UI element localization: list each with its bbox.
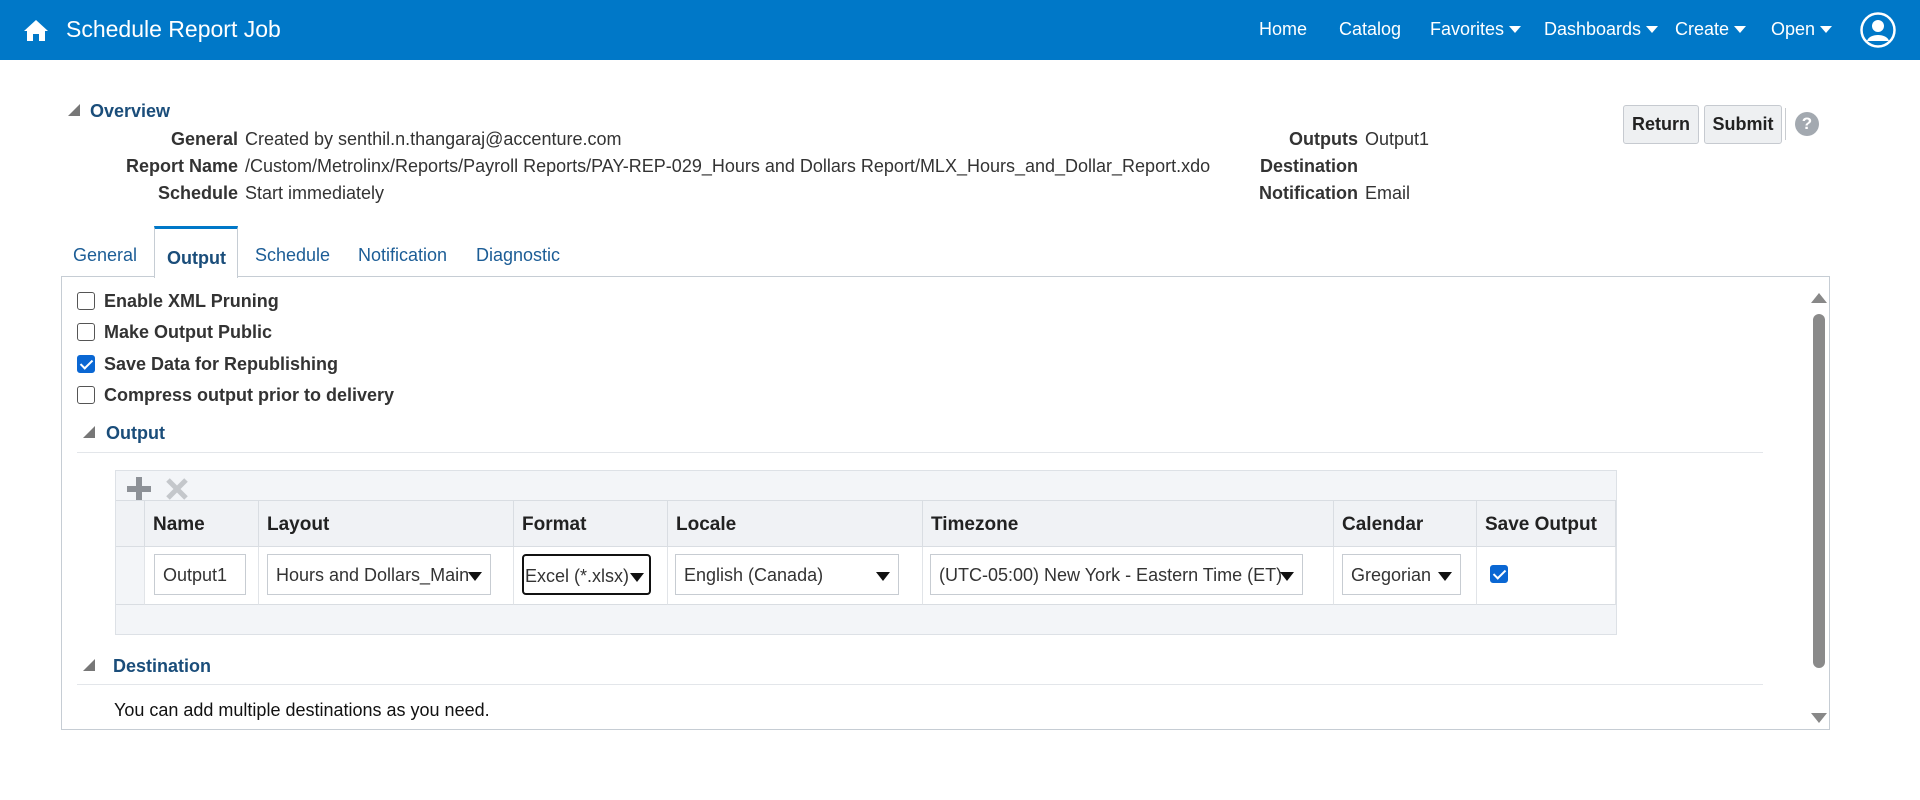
report-name-value: /Custom/Metrolinx/Reports/Payroll Report… — [245, 156, 1211, 176]
column-header-locale: Locale — [668, 500, 923, 547]
column-header-save-output-label: Save Output — [1485, 514, 1597, 535]
home-icon[interactable] — [22, 17, 50, 43]
chevron-down-icon — [1734, 26, 1747, 33]
tab-notification[interactable]: Notification — [358, 245, 447, 266]
chevron-down-icon — [1646, 26, 1659, 33]
destination-section-title[interactable]: Destination — [113, 656, 211, 677]
timezone-select[interactable]: (UTC-05:00) New York - Eastern Time (ET) — [930, 554, 1303, 595]
format-select[interactable]: Excel (*.xlsx) — [522, 554, 651, 595]
output-section-divider — [77, 452, 1763, 453]
scroll-down-arrow-icon[interactable] — [1811, 713, 1827, 723]
dropdown-arrow-icon — [630, 573, 644, 582]
destination-section-collapse-icon[interactable] — [83, 659, 95, 671]
column-header-calendar: Calendar — [1334, 500, 1477, 547]
dropdown-arrow-icon — [1438, 572, 1452, 581]
general-value: Created by senthil.n.thangaraj@accenture… — [245, 129, 622, 149]
nav-dashboards[interactable]: Dashboards — [1544, 19, 1659, 40]
nav-catalog[interactable]: Catalog — [1339, 19, 1401, 40]
compress-output-label: Compress output prior to delivery — [104, 385, 395, 405]
nav-favorites[interactable]: Favorites — [1430, 19, 1522, 40]
row-selector-header — [116, 500, 145, 547]
make-output-public-checkbox[interactable] — [77, 323, 95, 341]
vertical-scrollbar[interactable] — [1813, 314, 1825, 668]
dropdown-arrow-icon — [1280, 572, 1294, 581]
schedule-label: Schedule — [157, 183, 238, 203]
outputs-value: Output1 — [1365, 129, 1430, 149]
nav-create-label: Create — [1675, 19, 1730, 39]
column-header-layout-label: Layout — [267, 514, 330, 535]
save-data-republishing-label: Save Data for Republishing — [104, 354, 339, 374]
column-header-name: Name — [145, 500, 259, 547]
notification-value: Email — [1365, 183, 1411, 203]
output-name-input[interactable]: Output1 — [154, 554, 246, 595]
column-header-format: Format — [514, 500, 668, 547]
column-header-save-output: Save Output — [1477, 500, 1616, 547]
calendar-value: Gregorian — [1351, 565, 1432, 585]
return-button[interactable]: Return — [1623, 105, 1699, 144]
output-name-value: Output1 — [163, 565, 228, 585]
overview-title[interactable]: Overview — [90, 101, 170, 122]
locale-value: English (Canada) — [684, 565, 824, 585]
enable-xml-pruning-checkbox[interactable] — [77, 292, 95, 310]
nav-favorites-label: Favorites — [1430, 19, 1505, 39]
help-icon[interactable]: ? — [1795, 112, 1819, 136]
toolbar-divider — [1785, 108, 1786, 140]
notification-label: Notification — [1259, 183, 1358, 203]
tab-diagnostic[interactable]: Diagnostic — [476, 245, 560, 266]
chevron-down-icon — [1820, 26, 1833, 33]
destination-section-divider — [77, 684, 1763, 685]
nav-open[interactable]: Open — [1771, 19, 1833, 40]
nav-create[interactable]: Create — [1675, 19, 1747, 40]
top-bar: Schedule Report Job Home Catalog Favorit… — [0, 0, 1920, 60]
tab-output[interactable]: Output — [154, 226, 238, 278]
save-data-republishing-checkbox[interactable] — [77, 355, 95, 373]
tab-schedule[interactable]: Schedule — [255, 245, 330, 266]
output-section-collapse-icon[interactable] — [83, 426, 95, 438]
compress-output-checkbox[interactable] — [77, 386, 95, 404]
dropdown-arrow-icon — [468, 572, 482, 581]
destination-help-text: You can add multiple destinations as you… — [114, 700, 490, 720]
nav-home-label: Home — [1259, 19, 1308, 39]
scroll-up-arrow-icon[interactable] — [1811, 293, 1827, 303]
enable-xml-pruning-label: Enable XML Pruning — [104, 291, 279, 311]
dropdown-arrow-icon — [876, 572, 890, 581]
tab-output-label: Output — [167, 248, 226, 268]
general-label: General — [170, 129, 238, 149]
column-header-format-label: Format — [522, 514, 587, 535]
locale-select[interactable]: English (Canada) — [675, 554, 899, 595]
layout-select[interactable]: Hours and Dollars_Main — [267, 554, 491, 595]
column-header-layout: Layout — [259, 500, 514, 547]
output-section-title[interactable]: Output — [106, 423, 165, 444]
add-icon[interactable] — [126, 476, 152, 502]
calendar-select[interactable]: Gregorian — [1342, 554, 1461, 595]
nav-catalog-label: Catalog — [1339, 19, 1402, 39]
column-header-timezone: Timezone — [923, 500, 1334, 547]
nav-dashboards-label: Dashboards — [1544, 19, 1642, 39]
report-name-label: Report Name — [125, 156, 238, 176]
chevron-down-icon — [1509, 26, 1522, 33]
tab-general[interactable]: General — [73, 245, 137, 266]
submit-button[interactable]: Submit — [1704, 105, 1782, 144]
column-header-timezone-label: Timezone — [931, 514, 1019, 535]
overview-collapse-icon[interactable] — [68, 104, 80, 116]
timezone-value: (UTC-05:00) New York - Eastern Time (ET) — [939, 565, 1283, 585]
nav-open-label: Open — [1771, 19, 1816, 39]
nav-home[interactable]: Home — [1259, 19, 1307, 40]
row-selector[interactable] — [116, 547, 145, 605]
destination-label: Destination — [1259, 156, 1358, 176]
user-avatar-icon[interactable] — [1860, 12, 1896, 48]
column-header-locale-label: Locale — [676, 514, 737, 535]
make-output-public-label: Make Output Public — [104, 322, 273, 342]
column-header-calendar-label: Calendar — [1342, 514, 1424, 535]
outputs-label: Outputs — [1289, 129, 1358, 149]
schedule-value: Start immediately — [245, 183, 385, 203]
page-title: Schedule Report Job — [66, 16, 281, 42]
layout-value: Hours and Dollars_Main — [276, 565, 470, 585]
save-output-checkbox[interactable] — [1490, 565, 1508, 583]
format-value: Excel (*.xlsx) — [525, 566, 630, 586]
delete-icon[interactable] — [164, 476, 190, 502]
column-header-name-label: Name — [153, 514, 205, 535]
